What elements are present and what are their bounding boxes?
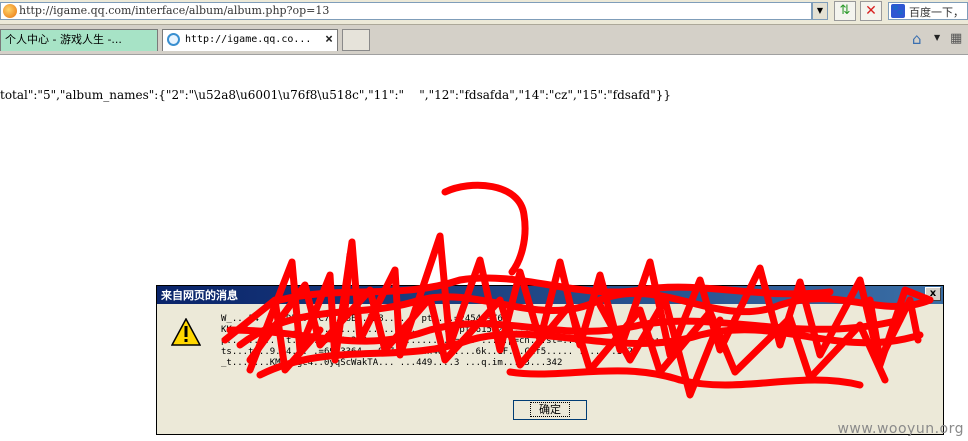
search-input[interactable]: 🐾 百度一下， bbox=[888, 2, 968, 20]
tab-label: http://igame.qq.co... bbox=[185, 34, 312, 45]
stop-button[interactable]: ✕ bbox=[860, 1, 882, 21]
url-dropdown-button[interactable]: ▼ bbox=[812, 2, 828, 20]
warning-icon bbox=[171, 318, 201, 346]
json-response-text: total":"5","album_names":{"2":"\u52a8\u6… bbox=[0, 88, 672, 102]
url-input[interactable]: http://igame.qq.com/interface/album/albu… bbox=[0, 2, 812, 20]
new-tab-button[interactable] bbox=[342, 29, 370, 51]
address-bar: http://igame.qq.com/interface/album/albu… bbox=[0, 0, 968, 25]
dialog-message: W_...14 ... DE6...C7..F6E..7B8...... pt2… bbox=[221, 314, 933, 369]
tab-personal-center[interactable]: 个人中心 - 游戏人生 -... bbox=[0, 29, 158, 51]
ie-page-icon bbox=[167, 33, 180, 46]
tab-bar: 个人中心 - 游戏人生 -... http://igame.qq.co... ×… bbox=[0, 25, 968, 55]
home-icon[interactable]: ⌂ bbox=[912, 31, 930, 47]
tab-close-icon[interactable]: × bbox=[325, 30, 333, 50]
url-text[interactable]: http://igame.qq.com/interface/album/albu… bbox=[19, 4, 329, 17]
ok-button[interactable]: 确定 bbox=[513, 400, 587, 420]
dialog-close-button[interactable]: x bbox=[925, 287, 941, 301]
dialog-message-line: ts...t=..9.74... .=6913364...9.7 ... 4n4… bbox=[221, 347, 639, 357]
tab-label: 个人中心 - 游戏人生 -... bbox=[5, 33, 122, 46]
chevron-down-icon[interactable]: ▼ bbox=[934, 33, 940, 42]
dialog-titlebar: 来自网页的消息 x bbox=[157, 286, 943, 304]
print-icon[interactable]: ▦ bbox=[950, 31, 968, 47]
dialog-title: 来自网页的消息 bbox=[161, 289, 238, 302]
dialog-message-line: p...... .. .t..=..d..02.3.0 ..0024......… bbox=[221, 336, 660, 346]
dialog-message-line: KK=CH...... ... ..... ....... ...... ...… bbox=[221, 325, 530, 335]
tab-album-interface[interactable]: http://igame.qq.co... × bbox=[162, 29, 338, 51]
refresh-button[interactable]: ⇅ bbox=[834, 1, 856, 21]
ok-button-label: 确定 bbox=[530, 402, 570, 417]
search-placeholder: 百度一下， bbox=[909, 6, 964, 19]
dialog-message-line: _t...=...KM7..gc4..0yqScWakTA... ...449.… bbox=[221, 358, 563, 368]
alert-dialog: 来自网页的消息 x W_...14 ... DE6...C7..F6E..7B8… bbox=[156, 285, 944, 435]
baidu-icon: 🐾 bbox=[891, 4, 905, 18]
page-icon bbox=[3, 4, 17, 18]
dialog-message-line: W_...14 ... DE6...C7..F6E..7B8...... pt2… bbox=[221, 314, 509, 324]
watermark: www.wooyun.org bbox=[837, 421, 964, 437]
